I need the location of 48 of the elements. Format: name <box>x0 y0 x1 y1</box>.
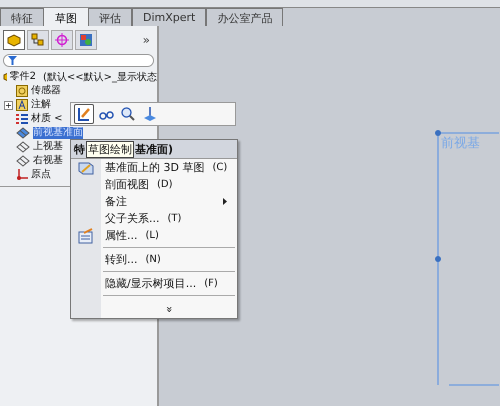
panel-tab[interactable] <box>27 30 49 50</box>
tree-item[interactable]: 材质 < <box>31 113 63 125</box>
menu-item[interactable]: 转到... (N) <box>71 251 237 268</box>
tab[interactable]: 特征 <box>0 8 44 26</box>
tree-item-note: (默认<<默认>_显示状态 <box>42 70 157 84</box>
more-button[interactable]: » <box>142 33 154 47</box>
filter-icon <box>8 56 17 65</box>
plane-icon <box>16 141 30 153</box>
tree-icon <box>31 33 45 47</box>
crosshair-icon <box>55 33 69 47</box>
tree-item[interactable]: 零件2 <box>10 71 36 83</box>
menu-item[interactable]: 剖面视图 (D) <box>71 176 237 193</box>
menu-item[interactable]: 属性... (L) <box>71 227 237 244</box>
expand-toggle[interactable]: + <box>4 100 13 110</box>
panel-tab[interactable] <box>75 30 97 50</box>
display-icon <box>79 33 93 47</box>
normal-to-icon <box>142 106 158 122</box>
menu-item[interactable]: 备注 <box>71 193 237 210</box>
tab[interactable]: 办公室产品 <box>206 8 284 26</box>
toolbar-button[interactable] <box>74 104 94 124</box>
tree-item[interactable]: 前视基准面 <box>33 127 83 139</box>
menu-item[interactable]: 基准面上的 3D 草图 (C) <box>71 159 237 176</box>
tab[interactable]: 草图 <box>44 8 88 26</box>
plane-icon <box>16 155 30 167</box>
plane-icon <box>16 127 30 139</box>
sketch-icon <box>76 106 92 122</box>
tree-item[interactable]: 右视基 <box>33 155 63 167</box>
tree-item[interactable]: 注解 <box>31 99 51 111</box>
plane-label: 前视基 <box>441 135 480 152</box>
menu-header: 特 <box>74 142 85 156</box>
material-icon <box>16 113 28 125</box>
origin-icon <box>16 169 28 181</box>
tooltip: 草图绘制 <box>86 140 134 158</box>
tree-item[interactable]: 原点 <box>31 169 51 181</box>
panel-tab[interactable] <box>51 30 73 50</box>
tree-item[interactable]: 上视基 <box>33 141 63 153</box>
tree-item[interactable]: 传感器 <box>31 85 61 97</box>
expand-menu-button[interactable]: » <box>162 306 176 313</box>
zoom-icon <box>120 106 136 122</box>
menu-header: 基准面) <box>135 142 174 156</box>
tab[interactable]: 评估 <box>88 8 132 26</box>
tab[interactable]: DimXpert <box>132 8 206 26</box>
menu-item[interactable]: 父子关系... (T) <box>71 210 237 227</box>
annotation-icon <box>16 99 28 111</box>
filter-field[interactable] <box>3 54 154 67</box>
panel-tab[interactable] <box>3 30 25 50</box>
sensor-icon <box>16 85 28 97</box>
menu-item[interactable]: 隐藏/显示树项目... (F) <box>71 275 237 292</box>
